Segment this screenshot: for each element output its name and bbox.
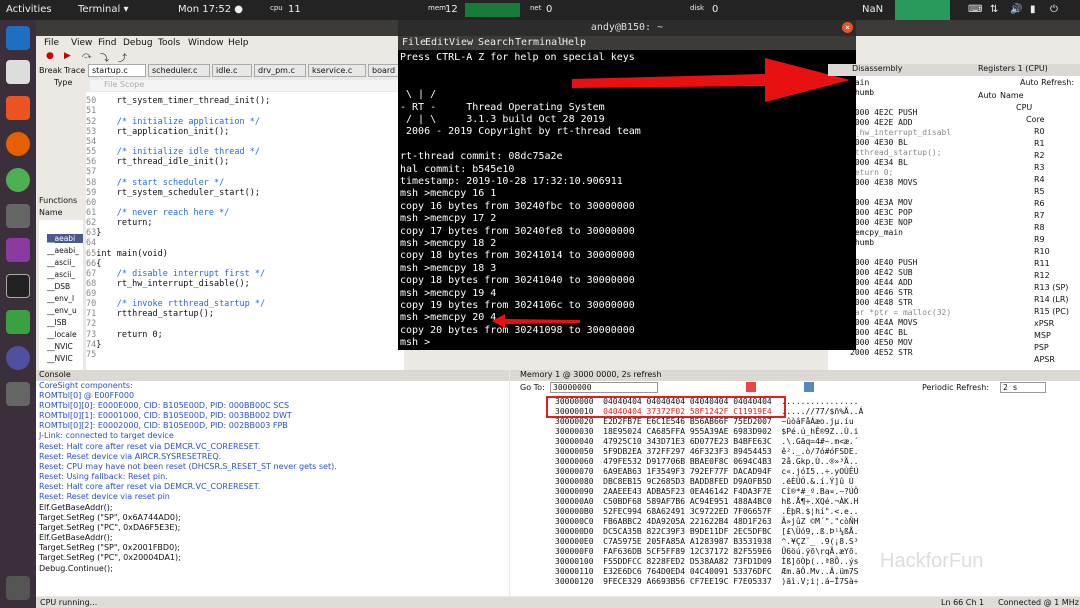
annotation-overlay: [492, 58, 850, 328]
console-title: Console: [36, 370, 509, 381]
big-red-arrow: [572, 58, 850, 102]
registers-title: Registers 1 (CPU): [976, 64, 1080, 76]
small-red-arrow: [492, 314, 580, 328]
disassembly-title: Disassembly: [828, 64, 978, 76]
watermark: HackforFun: [880, 550, 984, 572]
